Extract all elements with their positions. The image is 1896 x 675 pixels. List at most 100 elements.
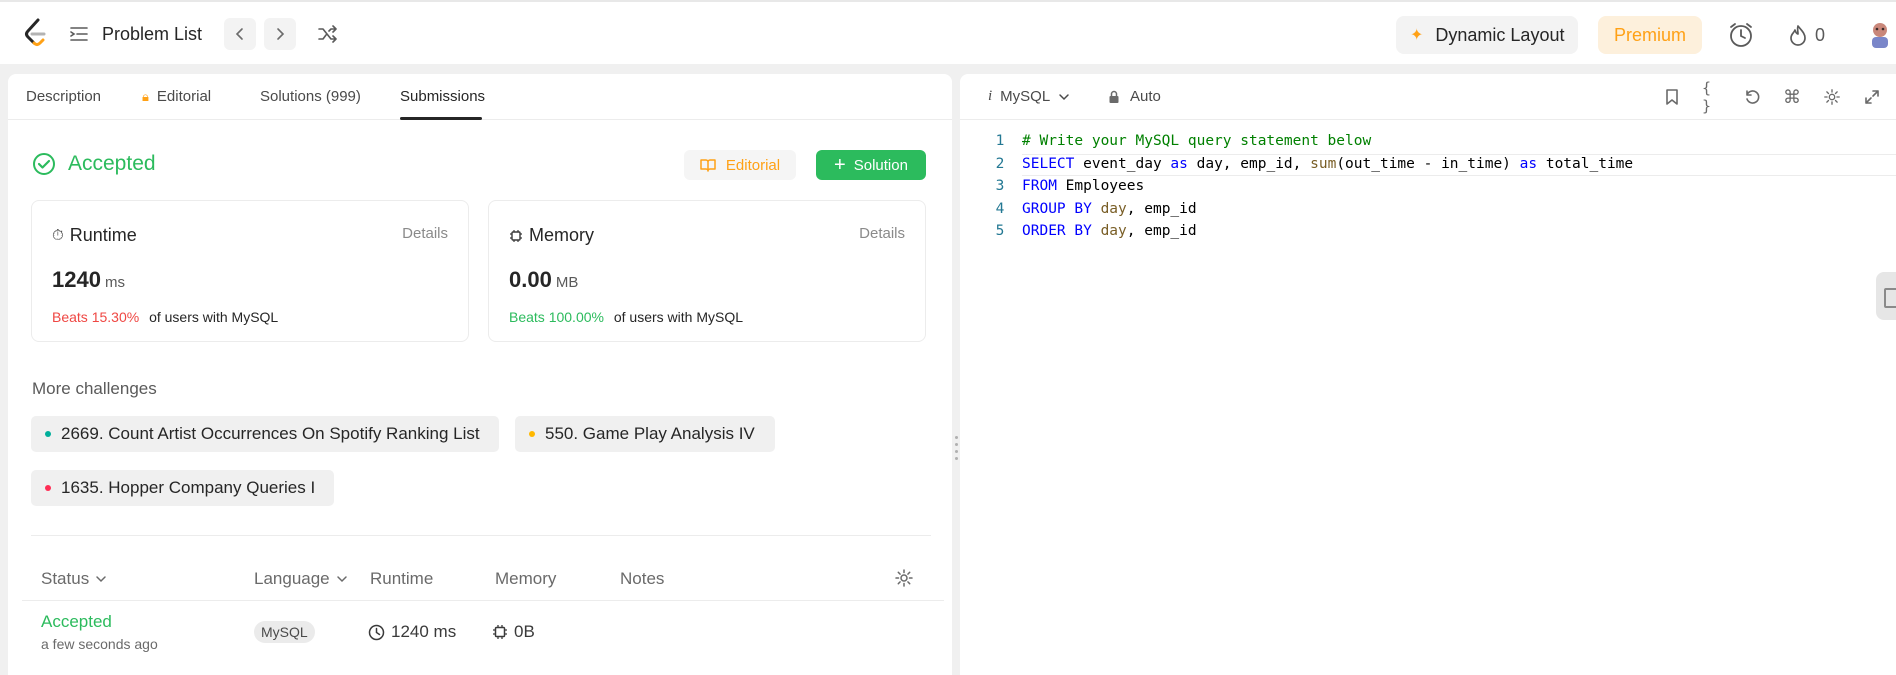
code-text: # Write your MySQL query statement below — [1022, 133, 1372, 149]
problem-list-link[interactable]: Problem List — [102, 24, 202, 45]
more-challenges-title: More challenges — [32, 379, 157, 398]
dynamic-layout-button[interactable]: ✦ Dynamic Layout — [1396, 16, 1578, 54]
bookmark-icon[interactable] — [1662, 87, 1682, 107]
premium-button[interactable]: Premium — [1598, 16, 1702, 54]
runtime-title: ⏱︎ Runtime — [52, 225, 137, 246]
memory-details-link[interactable]: Details — [859, 225, 905, 242]
language-header-label: Language — [254, 569, 330, 588]
auto-mode[interactable]: Auto — [1108, 88, 1161, 105]
editorial-button[interactable]: Editorial — [684, 150, 796, 180]
line-number: 1 — [995, 133, 1005, 149]
memory-unit: MB — [555, 274, 579, 291]
row-runtime: 1240 ms — [368, 622, 456, 642]
language-select[interactable]: i MySQL — [988, 88, 1070, 105]
code-text: GROUP BY day, emp_id — [1022, 200, 1197, 217]
gear-icon[interactable] — [894, 568, 914, 588]
challenge-chip[interactable]: 1635. Hopper Company Queries I — [31, 470, 334, 506]
shuffle-icon[interactable] — [316, 24, 340, 44]
clock-icon — [368, 624, 385, 640]
lock-icon: 🔒︎ — [142, 88, 149, 104]
tab-solutions[interactable]: Solutions (999) — [260, 88, 361, 105]
list-icon[interactable] — [68, 24, 90, 44]
auto-mode-label: Auto — [1130, 88, 1161, 105]
tab-description[interactable]: Description — [26, 88, 101, 105]
solution-button[interactable]: + Solution — [816, 150, 926, 180]
memory-beats: Beats 100.00% of users with MySQL — [509, 309, 743, 325]
runtime-beats-text: of users with MySQL — [149, 309, 279, 325]
challenge-chip[interactable]: 550. Game Play Analysis IV — [515, 416, 775, 452]
challenge-label: 1635. Hopper Company Queries I — [61, 478, 316, 497]
memory-beats-text: of users with MySQL — [613, 309, 744, 325]
chevron-right-icon — [277, 28, 285, 40]
challenge-chip[interactable]: 2669. Count Artist Occurrences On Spotif… — [31, 416, 499, 452]
tab-editorial[interactable]: 🔒︎ Editorial — [142, 88, 211, 105]
code-text: FROM Employees — [1022, 178, 1145, 194]
row-memory: 0B — [492, 622, 535, 642]
code-line[interactable]: 1 # Write your MySQL query statement belo… — [960, 130, 1896, 152]
chevron-down-icon — [96, 576, 106, 583]
chevron-left-icon — [235, 28, 243, 40]
status-header-label: Status — [41, 569, 90, 588]
plus-icon: + — [834, 154, 846, 176]
line-number: 5 — [995, 223, 1005, 239]
status-column-header[interactable]: Status — [41, 569, 107, 589]
runtime-title-label: Runtime — [69, 225, 137, 245]
editor-toolbar: i MySQL Auto { } ⌘ — [960, 74, 1896, 120]
prev-problem-button[interactable] — [224, 18, 256, 50]
memory-card[interactable]: Memory Details 0.00 MB Beats 100.00% of u… — [488, 200, 926, 342]
difficulty-dot — [529, 431, 535, 437]
language-column-header[interactable]: Language — [254, 569, 348, 589]
info-icon: i — [988, 88, 993, 104]
memory-column-header: Memory — [495, 569, 557, 588]
runtime-card[interactable]: ⏱︎ Runtime Details 1240 ms Beats 15.30% o… — [31, 200, 469, 342]
panel-tabs: Description 🔒︎ Editorial Solutions (999)… — [8, 74, 952, 120]
chevron-down-icon — [336, 576, 347, 583]
side-panel-toggle[interactable] — [1876, 272, 1896, 320]
code-line[interactable]: 4 GROUP BY day, emp_id — [960, 198, 1896, 220]
logo-icon[interactable] — [22, 18, 48, 48]
memory-title-label: Memory — [529, 225, 595, 245]
runtime-number: 1240 — [52, 267, 101, 292]
command-icon[interactable]: ⌘ — [1782, 87, 1802, 107]
section-divider — [31, 535, 931, 536]
code-line[interactable]: 3 FROM Employees — [960, 175, 1896, 197]
settings-icon[interactable] — [1822, 87, 1842, 107]
challenge-label: 2669. Count Artist Occurrences On Spotif… — [61, 424, 480, 443]
memory-value: 0.00 MB — [509, 267, 578, 293]
row-runtime-value: 1240 ms — [391, 622, 457, 641]
row-status-link[interactable]: Accepted — [41, 612, 112, 632]
stopwatch-icon: ⏱︎ — [52, 227, 64, 244]
reset-icon[interactable] — [1742, 87, 1762, 107]
difficulty-dot — [45, 431, 51, 437]
line-number: 4 — [995, 200, 1005, 217]
format-code-icon[interactable]: { } — [1702, 79, 1722, 115]
memory-beats-pct: Beats 100.00% — [509, 309, 604, 325]
submission-status: Accepted — [32, 152, 156, 176]
runtime-details-link[interactable]: Details — [402, 225, 448, 242]
difficulty-dot — [45, 485, 51, 491]
runtime-value: 1240 ms — [52, 267, 125, 293]
fire-icon[interactable] — [1788, 23, 1808, 47]
avatar[interactable] — [1866, 20, 1894, 50]
notes-column-header: Notes — [620, 569, 665, 588]
table-divider — [22, 600, 944, 601]
active-tab-indicator — [400, 117, 482, 120]
code-line[interactable]: 2 SELECT event_day as day, emp_id, sum(ou… — [960, 153, 1896, 175]
lock-icon — [1109, 90, 1119, 103]
dynamic-layout-label: Dynamic Layout — [1435, 24, 1565, 45]
next-problem-button[interactable] — [264, 18, 296, 50]
panel-resize-handle[interactable] — [952, 436, 960, 460]
expand-icon[interactable] — [1862, 87, 1882, 107]
row-timestamp: a few seconds ago — [41, 636, 158, 652]
alarm-icon[interactable] — [1726, 21, 1756, 49]
tab-submissions[interactable]: Submissions — [400, 88, 485, 105]
line-number: 3 — [995, 178, 1005, 194]
code-text: SELECT event_day as day, emp_id, sum(out… — [1022, 155, 1634, 172]
language-badge: MySQL — [254, 621, 315, 643]
memory-title: Memory — [509, 225, 594, 246]
row-memory-value: 0B — [514, 622, 535, 641]
runtime-column-header: Runtime — [370, 569, 434, 588]
code-line[interactable]: 5 ORDER BY day, emp_id — [960, 220, 1896, 242]
sparkle-icon: ✦ — [1410, 27, 1424, 44]
challenge-label: 550. Game Play Analysis IV — [545, 424, 755, 443]
